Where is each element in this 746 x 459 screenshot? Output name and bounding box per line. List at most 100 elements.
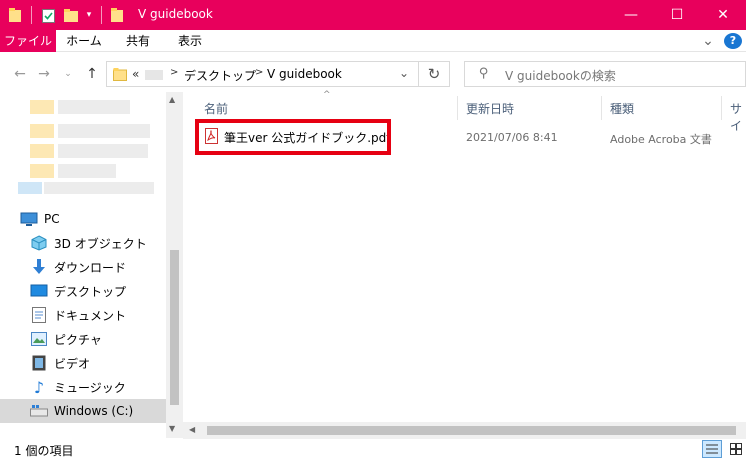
videos-icon <box>30 354 48 372</box>
nav-scrollbar-thumb[interactable] <box>170 250 179 405</box>
nav-item-label: Windows (C:) <box>54 404 134 418</box>
customize-quick-access-icon[interactable]: ▾ <box>84 7 94 23</box>
minimize-button[interactable]: — <box>608 0 654 30</box>
column-divider[interactable] <box>457 96 458 120</box>
forward-button[interactable]: → <box>34 64 54 84</box>
music-icon: ♪ <box>33 377 45 397</box>
large-icons-view-icon <box>730 443 742 455</box>
redacted-folder-icon <box>30 164 54 178</box>
tab-share[interactable]: 共有 <box>116 30 160 52</box>
maximize-button[interactable]: ☐ <box>654 0 700 30</box>
breadcrumb-desktop[interactable]: デスクトップ <box>184 67 256 84</box>
column-divider[interactable] <box>721 96 722 120</box>
nav-item-documents[interactable]: ドキュメント <box>0 303 166 327</box>
title-bar: ▾ V guidebook — ☐ ✕ <box>0 0 746 30</box>
path-separator: > <box>170 67 179 78</box>
nav-item-pc[interactable]: PC <box>0 207 166 231</box>
scroll-down-icon[interactable]: ▼ <box>169 424 175 433</box>
highlight-box <box>195 119 391 155</box>
nav-item-label: ビデオ <box>54 356 91 371</box>
arrow-right-icon: → <box>38 66 50 82</box>
redacted-item <box>58 144 148 158</box>
search-box[interactable]: ⚲ V guidebookの検索 <box>464 61 746 87</box>
address-overflow[interactable]: « <box>132 67 139 81</box>
nav-item-desktop[interactable]: デスクトップ <box>0 279 166 303</box>
3d-objects-icon <box>30 234 48 252</box>
address-dropdown-icon[interactable]: ⌄ <box>399 66 409 80</box>
search-icon: ⚲ <box>479 66 489 81</box>
close-button[interactable]: ✕ <box>700 0 746 30</box>
redacted-item <box>58 164 116 178</box>
address-bar[interactable]: « > デスクトップ > V guidebook ⌄ <box>106 61 419 87</box>
details-view-button[interactable] <box>702 440 722 458</box>
nav-item-label: ピクチャ <box>54 332 102 347</box>
desktop-icon <box>30 282 48 300</box>
sort-ascending-icon: ^ <box>323 90 331 100</box>
window-title: V guidebook <box>138 7 213 21</box>
download-icon <box>30 258 48 276</box>
search-placeholder: V guidebookの検索 <box>505 69 616 83</box>
documents-icon <box>30 306 48 324</box>
nav-item-label: デスクトップ <box>54 284 127 299</box>
nav-item-label: ドキュメント <box>54 308 127 323</box>
redacted-item <box>58 100 130 114</box>
nav-item-windows-c[interactable]: Windows (C:) <box>0 399 166 423</box>
minimize-icon: — <box>624 7 638 23</box>
path-separator: > <box>255 67 264 78</box>
scroll-up-icon[interactable]: ▲ <box>169 95 175 104</box>
qa-divider <box>31 6 32 24</box>
nav-item-label: ダウンロード <box>54 260 127 275</box>
folder-icon <box>8 7 22 23</box>
column-header-name[interactable]: 名前 <box>204 100 228 118</box>
horizontal-scrollbar-thumb[interactable] <box>207 426 736 435</box>
close-icon: ✕ <box>717 7 729 23</box>
new-folder-icon[interactable] <box>63 7 79 23</box>
nav-item-label: 3D オブジェクト <box>54 236 147 251</box>
expand-ribbon-icon[interactable]: ⌄ <box>700 30 716 52</box>
nav-item-3d-objects[interactable]: 3D オブジェクト <box>0 231 166 255</box>
item-count: 1 個の項目 <box>14 444 74 458</box>
arrow-left-icon: ← <box>14 66 26 82</box>
nav-item-videos[interactable]: ビデオ <box>0 351 166 375</box>
column-header-modified[interactable]: 更新日時 <box>466 100 514 118</box>
nav-item-pictures[interactable]: ピクチャ <box>0 327 166 351</box>
explorer-window: ▾ V guidebook — ☐ ✕ ファイル ホーム 共有 表示 ⌄ ? ←… <box>0 0 746 459</box>
recent-locations-button[interactable]: ⌄ <box>58 64 78 84</box>
refresh-icon: ↻ <box>427 65 441 83</box>
qa-divider <box>101 6 102 24</box>
refresh-button[interactable]: ↻ <box>419 61 450 87</box>
maximize-icon: ☐ <box>670 7 684 23</box>
properties-icon[interactable] <box>40 7 56 23</box>
redacted-drive-icon <box>18 182 42 194</box>
ribbon-tabs: ファイル ホーム 共有 表示 ⌄ ? <box>0 30 746 52</box>
redacted-item <box>44 182 154 194</box>
tab-home[interactable]: ホーム <box>60 30 108 52</box>
help-icon[interactable]: ? <box>724 33 742 49</box>
large-icons-view-button[interactable] <box>726 440 746 458</box>
column-header-type[interactable]: 種類 <box>610 100 634 118</box>
drive-icon <box>30 402 48 420</box>
redacted-item <box>58 124 150 138</box>
details-view-icon <box>706 444 718 454</box>
nav-item-downloads[interactable]: ダウンロード <box>0 255 166 279</box>
arrow-up-icon: ↑ <box>86 66 98 82</box>
breadcrumb-guidebook[interactable]: V guidebook <box>267 67 342 81</box>
folder-icon <box>113 68 127 81</box>
up-button[interactable]: ↑ <box>82 64 102 84</box>
scroll-left-icon[interactable]: ◀ <box>189 425 195 434</box>
redacted-folder-icon <box>30 144 54 158</box>
pictures-icon <box>30 330 48 348</box>
redacted-path <box>145 70 163 80</box>
column-divider[interactable] <box>601 96 602 120</box>
redacted-folder-icon <box>30 124 54 138</box>
tab-view[interactable]: 表示 <box>168 30 212 52</box>
redacted-folder-icon <box>30 100 54 114</box>
pc-icon <box>20 210 38 228</box>
back-button[interactable]: ← <box>10 64 30 84</box>
nav-item-music[interactable]: ♪ ミュージック <box>0 375 166 399</box>
folder-icon <box>110 7 124 23</box>
file-modified: 2021/07/06 8:41 <box>466 131 558 144</box>
column-header-size[interactable]: サイ <box>730 100 746 133</box>
navigation-pane: PC 3D オブジェクト ダウンロード デスクトップ ドキュメント ピクチャ ビ… <box>0 92 166 426</box>
tab-file[interactable]: ファイル <box>0 30 56 52</box>
